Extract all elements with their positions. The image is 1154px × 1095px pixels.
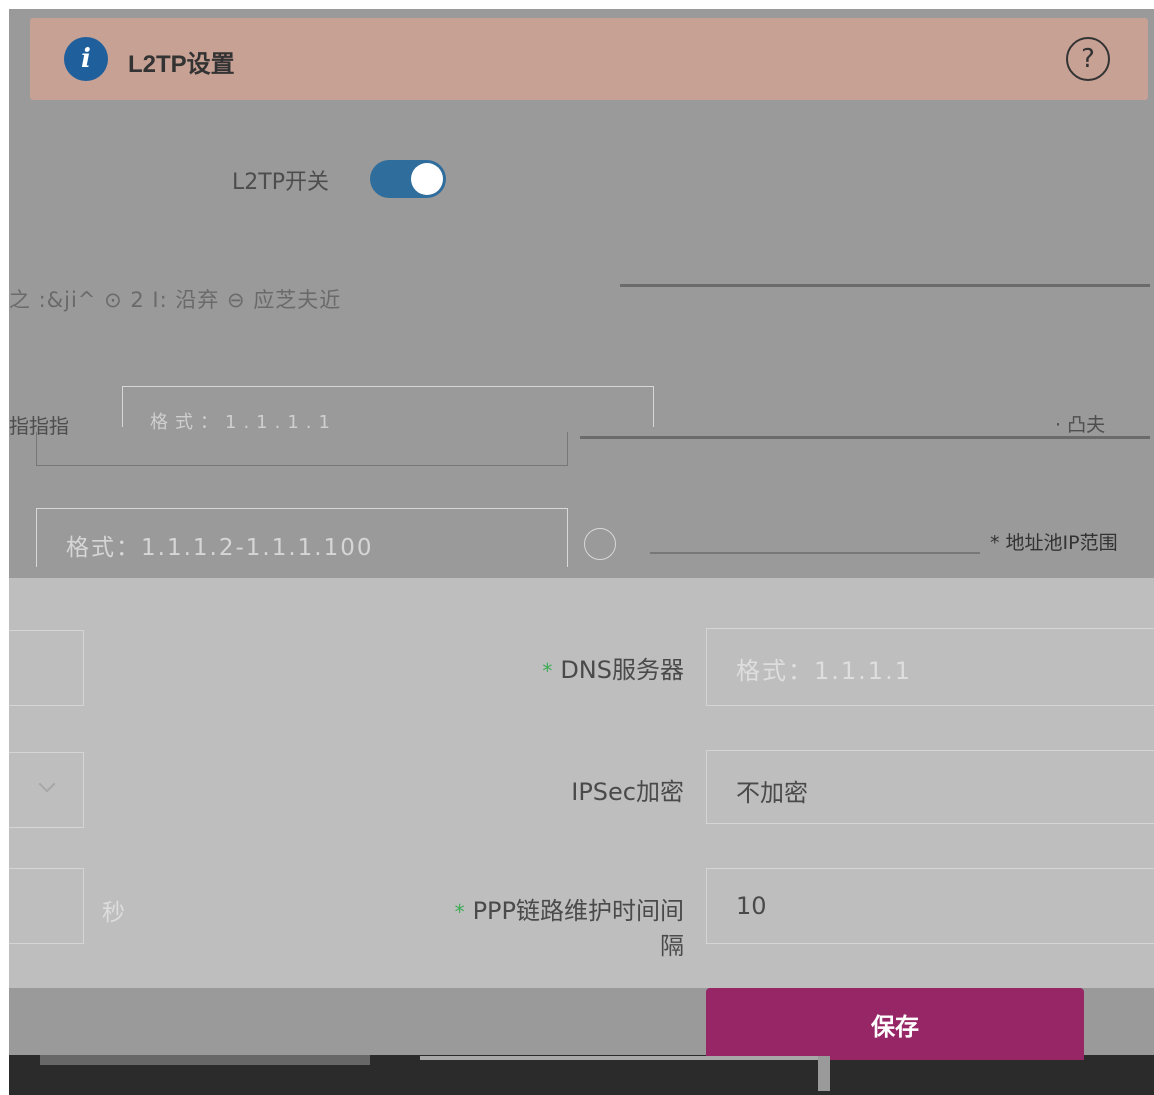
l2tp-switch-label: L2TP开关 <box>232 170 329 195</box>
l2tp-toggle[interactable] <box>370 160 446 198</box>
left-truncated-input[interactable] <box>9 630 84 706</box>
address-range-label: * 地址池IP范围 <box>990 532 1118 554</box>
info-icon: i <box>64 37 108 81</box>
address-range-placeholder: 格式：1.1.1.2-1.1.1.100 <box>66 535 374 561</box>
ppp-interval-value: 10 <box>736 892 767 920</box>
garbled-divider <box>620 284 1150 287</box>
address-input-placeholder: 格式：1.1.1.1 <box>150 412 337 433</box>
left-time-input[interactable] <box>9 868 84 944</box>
question-circle-icon[interactable]: ? <box>1066 37 1110 81</box>
seconds-unit: 秒 <box>102 900 125 926</box>
dns-label: * DNS服务器 <box>542 656 684 684</box>
range-help-line <box>650 552 980 554</box>
ppp-interval-label: * PPP链路维护时间间隔 <box>454 897 684 960</box>
save-button[interactable]: 保存 <box>706 988 1084 1060</box>
range-help-icon[interactable] <box>584 528 616 560</box>
ppp-interval-input[interactable] <box>706 868 1154 944</box>
address-right-text: · 凸夫 <box>1055 414 1106 436</box>
ipsec-label: IPSec加密 <box>571 778 684 806</box>
garbled-status-row: 之 :&ji^ ⊙ 2 I: 沿弃 ⊖ 应芝夫近 <box>9 288 342 312</box>
address-input-shadow-frame <box>36 432 568 466</box>
toggle-knob <box>411 163 443 195</box>
dns-placeholder: 格式：1.1.1.1 <box>736 657 912 685</box>
bottom-artifact-left <box>40 1055 370 1065</box>
bottom-artifact-line <box>420 1056 820 1060</box>
page-title: L2TP设置 <box>128 51 235 78</box>
bottom-artifact-vertical <box>818 1056 830 1091</box>
ipsec-value: 不加密 <box>736 779 808 807</box>
l2tp-settings-page: i L2TP设置 ? L2TP开关 之 :&ji^ ⊙ 2 I: 沿弃 ⊖ 应芝… <box>0 0 1154 1095</box>
